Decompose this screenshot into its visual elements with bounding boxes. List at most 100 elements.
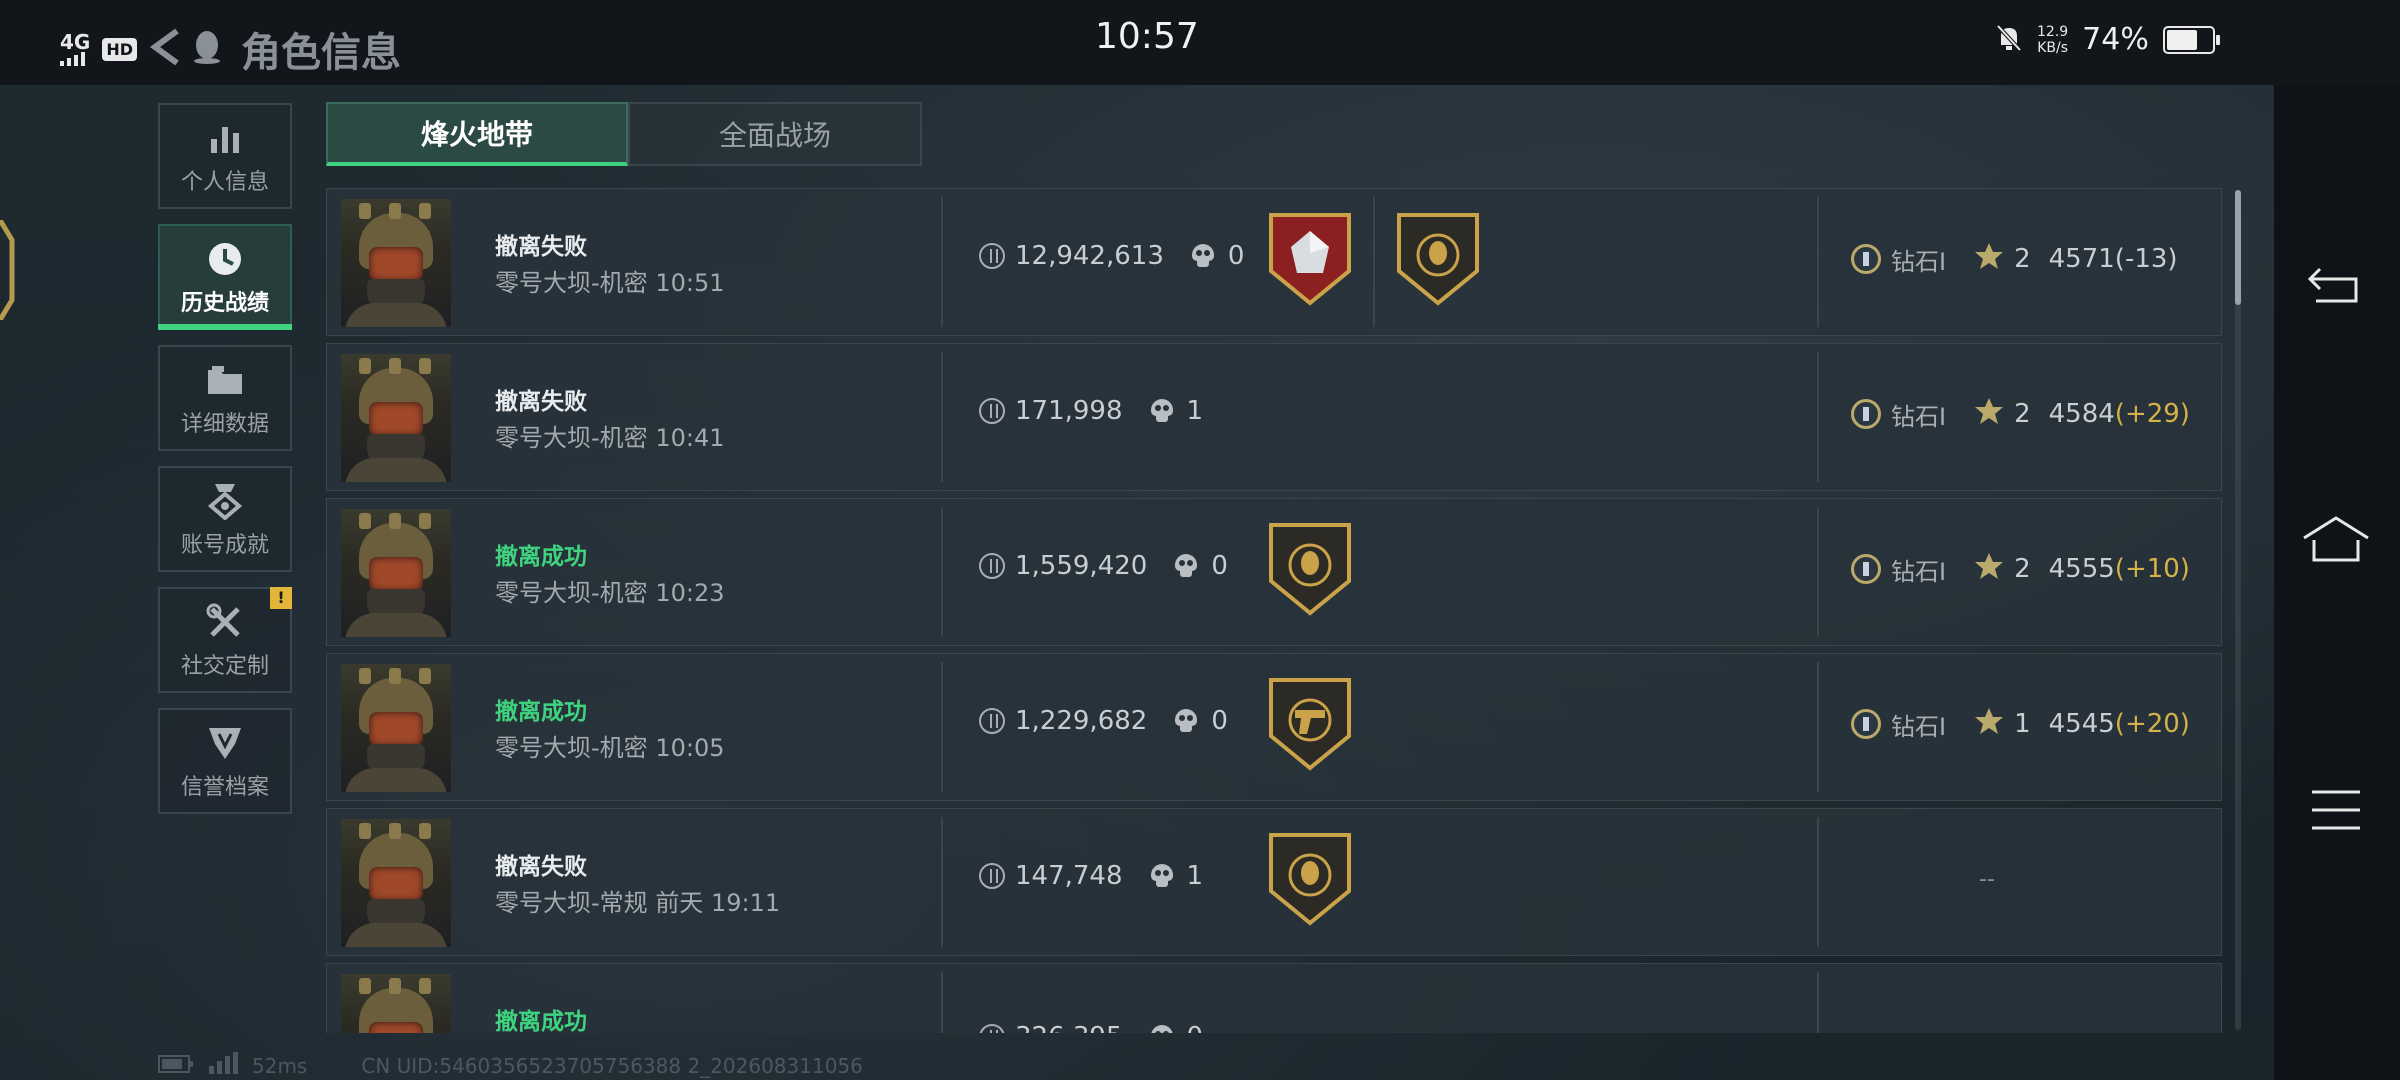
star-icon bbox=[1974, 551, 2004, 587]
scroll-thumb[interactable] bbox=[2235, 190, 2241, 305]
operator-avatar bbox=[341, 199, 451, 327]
extract-status: 撤离成功 bbox=[495, 1009, 587, 1033]
clock-icon bbox=[206, 237, 244, 281]
diamond-rank-icon bbox=[1851, 244, 1881, 274]
system-home-button[interactable] bbox=[2300, 510, 2372, 570]
list-scrollbar[interactable] bbox=[2235, 190, 2241, 1030]
tab-full-battlefield[interactable]: 全面战场 bbox=[628, 102, 922, 166]
mute-bell-icon bbox=[1995, 23, 2023, 57]
coin-icon bbox=[979, 1024, 1005, 1033]
star-count: 1 bbox=[2014, 709, 2031, 739]
skull-icon bbox=[1150, 864, 1173, 888]
system-back-button[interactable] bbox=[2300, 255, 2372, 315]
net-speed: 12.9 KB/s bbox=[2037, 24, 2068, 56]
extract-status: 撤离失败 bbox=[495, 854, 587, 880]
operator-avatar bbox=[341, 509, 451, 637]
nav-achievements[interactable]: 账号成就 bbox=[158, 466, 292, 572]
gold-skull-medal-icon[interactable] bbox=[1267, 831, 1353, 927]
loot-value: 326,395 0 bbox=[979, 1022, 1203, 1033]
loot-value: 12,942,613 0 bbox=[979, 241, 1244, 271]
hd-badge: HD bbox=[102, 37, 138, 61]
nav-label: 信誉档案 bbox=[180, 775, 269, 800]
star-count: 2 bbox=[2014, 399, 2031, 429]
status-left: 4G HD 角色信息 bbox=[60, 20, 401, 78]
match-info: 零号大坝-机密 10:51 bbox=[495, 263, 724, 298]
battery-icon bbox=[2162, 25, 2220, 54]
nav-reputation[interactable]: 信誉档案 bbox=[158, 708, 292, 814]
diamond-rank-icon bbox=[1851, 554, 1881, 584]
score-delta: (-13) bbox=[2114, 244, 2178, 274]
divider bbox=[1817, 817, 1819, 947]
skull-icon bbox=[1175, 709, 1198, 733]
score-value: 4571 bbox=[2048, 244, 2115, 274]
rank-score: 4555(+10) bbox=[2049, 554, 2190, 584]
map-name: 零号大坝-机密 bbox=[495, 579, 648, 607]
rank-info: 钻石Ⅰ 1 4545(+20) bbox=[1851, 706, 2190, 742]
divider bbox=[1817, 662, 1819, 792]
loot-value-text: 12,942,613 bbox=[1015, 241, 1164, 271]
red-crystal-medal-icon[interactable] bbox=[1267, 211, 1353, 307]
signal-group: 4G bbox=[60, 32, 90, 66]
status-right: 12.9 KB/s 74% bbox=[1995, 22, 2220, 57]
gold-skull-medal-icon[interactable] bbox=[1395, 211, 1481, 307]
coin-icon bbox=[979, 553, 1005, 579]
match-time: 10:05 bbox=[655, 734, 725, 762]
rank-info: 钻石Ⅰ 2 4584(+29) bbox=[1851, 396, 2190, 432]
nav-personal-info[interactable]: 个人信息 bbox=[158, 103, 292, 209]
gold-skull-medal-icon[interactable] bbox=[1267, 521, 1353, 617]
loot-value: 1,559,420 0 bbox=[979, 551, 1228, 581]
map-name: 零号大坝-机密 bbox=[495, 734, 648, 762]
star-icon bbox=[1974, 241, 2004, 277]
match-row[interactable]: 撤离失败 零号大坝-机密 10:51 12,942,613 0 钻石Ⅰ 2 45… bbox=[326, 188, 2222, 336]
clock: 10:57 bbox=[1095, 16, 1199, 57]
extract-status: 撤离失败 bbox=[495, 389, 587, 415]
divider bbox=[941, 197, 943, 327]
match-row[interactable]: 撤离成功 零号大坝-机密 10:05 1,229,682 0 钻石Ⅰ 1 454… bbox=[326, 653, 2222, 801]
score-delta: (+10) bbox=[2114, 554, 2190, 584]
match-info: 零号大坝-机密 10:05 bbox=[495, 728, 724, 763]
match-row[interactable]: 撤离成功 零号大坝-机密 10:23 1,559,420 0 钻石Ⅰ 2 455… bbox=[326, 498, 2222, 646]
battery-percent: 74% bbox=[2082, 22, 2149, 57]
match-row[interactable]: 撤离成功 326,395 0 bbox=[326, 963, 2222, 1033]
operator-avatar bbox=[341, 974, 451, 1033]
map-name: 零号大坝-机密 bbox=[495, 424, 648, 452]
score-value: 4584 bbox=[2048, 399, 2115, 429]
diamond-rank-icon bbox=[1851, 399, 1881, 429]
coin-icon bbox=[979, 708, 1005, 734]
back-arrow-icon[interactable] bbox=[149, 27, 181, 71]
divider bbox=[941, 972, 943, 1033]
match-row[interactable]: 撤离失败 零号大坝-机密 10:41 171,998 1 钻石Ⅰ 2 4584(… bbox=[326, 343, 2222, 491]
nav-label: 历史战绩 bbox=[180, 291, 269, 316]
score-delta: (+20) bbox=[2114, 709, 2190, 739]
rank-score: 4571(-13) bbox=[2049, 244, 2178, 274]
footer-info: 52ms CN UID:5460356523705756388 2_202608… bbox=[158, 1052, 863, 1079]
notification-badge: ! bbox=[270, 587, 292, 609]
loot-value: 1,229,682 0 bbox=[979, 706, 1228, 736]
shield-icon bbox=[206, 721, 244, 765]
kill-count: 0 bbox=[1227, 241, 1245, 271]
divider bbox=[941, 817, 943, 947]
nav-detailed-data[interactable]: 详细数据 bbox=[158, 345, 292, 451]
coin-icon bbox=[979, 863, 1005, 889]
system-menu-button[interactable] bbox=[2300, 780, 2372, 840]
nav-social-custom[interactable]: 社交定制 ! bbox=[158, 587, 292, 693]
rank-name: 钻石Ⅰ bbox=[1891, 557, 1947, 586]
rank-name: 钻石Ⅰ bbox=[1891, 712, 1947, 741]
qq-penguin-icon bbox=[193, 29, 221, 69]
tab-battle-zone[interactable]: 烽火地带 bbox=[326, 102, 628, 166]
gold-pistol-medal-icon[interactable] bbox=[1267, 676, 1353, 772]
divider bbox=[1817, 197, 1819, 327]
rank-score: 4545(+20) bbox=[2049, 709, 2190, 739]
rank-score: 4584(+29) bbox=[2049, 399, 2190, 429]
achievement-icon bbox=[207, 479, 243, 523]
match-row[interactable]: 撤离失败 零号大坝-常规 前天 19:11 147,748 1 -- bbox=[326, 808, 2222, 956]
match-history-list[interactable]: 撤离失败 零号大坝-机密 10:51 12,942,613 0 钻石Ⅰ 2 45… bbox=[326, 188, 2222, 1033]
nav-history[interactable]: 历史战绩 bbox=[158, 224, 292, 330]
bar-chart-icon bbox=[208, 116, 242, 160]
network-type: 4G bbox=[60, 30, 91, 54]
loot-value: 147,748 1 bbox=[979, 861, 1203, 891]
extract-status: 撤离成功 bbox=[495, 544, 587, 570]
match-time: 10:51 bbox=[655, 269, 725, 297]
device-battery-icon bbox=[158, 1054, 194, 1078]
ping-signal-icon bbox=[208, 1052, 238, 1079]
